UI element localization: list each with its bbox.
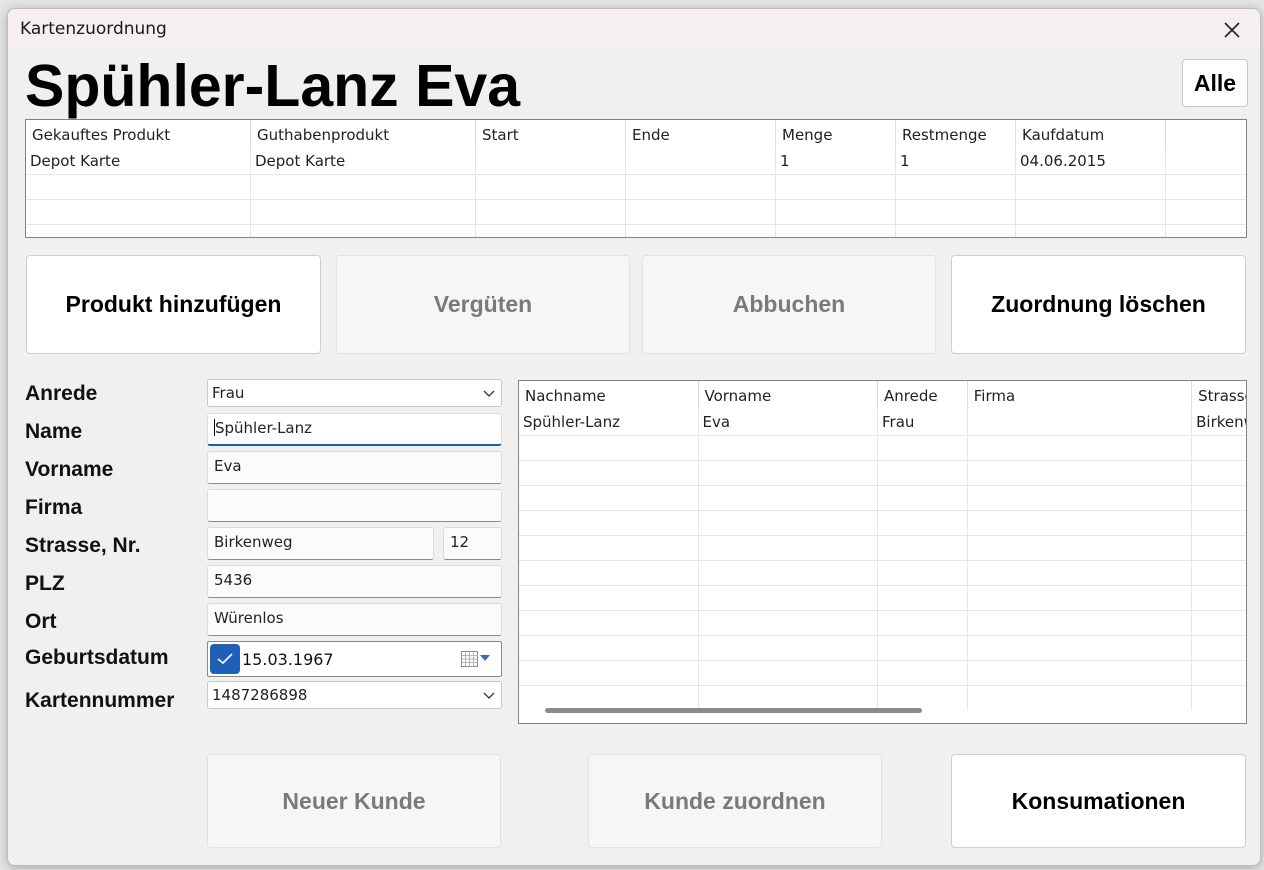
column-header[interactable]: Start — [476, 120, 626, 149]
table-cell — [476, 149, 626, 173]
ort-value: Würenlos — [214, 609, 284, 627]
table-row[interactable]: Spühler-Lanz Eva Frau Birkenweg — [519, 410, 1246, 435]
firma-input[interactable] — [207, 489, 502, 522]
calendar-icon[interactable] — [461, 651, 478, 667]
table-cell — [626, 149, 776, 173]
title-bar: Kartenzuordnung — [8, 9, 1260, 51]
kartennummer-value: 1487286898 — [212, 686, 308, 704]
nr-input[interactable]: 12 — [443, 527, 502, 560]
vorname-input[interactable]: Eva — [207, 451, 502, 484]
zuordnung-loeschen-button[interactable]: Zuordnung löschen — [951, 255, 1246, 354]
column-header — [1166, 120, 1246, 149]
table-cell — [1166, 149, 1246, 173]
name-value: Spühler-Lanz — [215, 419, 313, 437]
date-enabled-checkbox[interactable] — [210, 644, 240, 674]
name-label: Name — [25, 420, 83, 443]
geburtsdatum-value: 15.03.1967 — [242, 650, 334, 669]
table-cell: Spühler-Lanz — [519, 410, 699, 434]
geburtsdatum-picker[interactable]: 15.03.1967 — [207, 641, 502, 677]
horizontal-scrollbar[interactable] — [545, 708, 922, 713]
empty-row — [519, 460, 1246, 485]
name-input[interactable]: Spühler-Lanz — [207, 413, 502, 446]
nr-value: 12 — [450, 533, 470, 551]
close-button[interactable] — [1212, 14, 1252, 46]
table-cell: Birkenweg — [1196, 413, 1246, 431]
column-header[interactable]: Strasse — [1192, 381, 1246, 410]
geburtsdatum-label: Geburtsdatum — [25, 646, 169, 669]
plz-value: 5436 — [214, 571, 253, 589]
table-cell: 04.06.2015 — [1016, 149, 1166, 173]
table-cell: Eva — [699, 410, 878, 434]
vorname-label: Vorname — [25, 458, 114, 481]
kartennummer-label: Kartennummer — [25, 689, 175, 712]
table-cell: 1 — [776, 149, 896, 173]
anrede-value: Frau — [212, 384, 245, 402]
empty-row — [519, 510, 1246, 535]
produkt-hinzufuegen-button[interactable]: Produkt hinzufügen — [26, 255, 321, 354]
table-row[interactable]: Depot Karte Depot Karte 1 1 04.06.2015 — [26, 149, 1246, 174]
empty-row — [519, 685, 1246, 710]
plz-input[interactable]: 5436 — [207, 565, 502, 598]
table-cell: Depot Karte — [251, 149, 476, 173]
column-header[interactable]: Ende — [626, 120, 776, 149]
firma-label: Firma — [25, 496, 83, 519]
alle-button[interactable]: Alle — [1182, 59, 1248, 107]
empty-row — [26, 224, 1246, 237]
kartennummer-select[interactable]: 1487286898 — [207, 681, 502, 709]
konsumationen-button[interactable]: Konsumationen — [951, 754, 1246, 848]
customer-title: Spühler-Lanz Eva — [25, 53, 521, 119]
anrede-select[interactable]: Frau — [207, 379, 502, 407]
strasse-input[interactable]: Birkenweg — [207, 527, 434, 560]
strasse-label: Strasse, Nr. — [25, 534, 141, 557]
neuer-kunde-button[interactable]: Neuer Kunde — [207, 754, 501, 848]
customers-grid[interactable]: Nachname Vorname Anrede Firma Strasse Sp… — [518, 380, 1247, 724]
abbuchen-button[interactable]: Abbuchen — [642, 255, 936, 354]
empty-row — [26, 199, 1246, 224]
empty-row — [519, 560, 1246, 585]
empty-row — [519, 660, 1246, 685]
column-header[interactable]: Anrede — [878, 381, 968, 410]
empty-row — [519, 435, 1246, 460]
column-header[interactable]: Guthabenprodukt — [251, 120, 476, 149]
empty-row — [519, 610, 1246, 635]
close-icon — [1224, 22, 1240, 38]
verguten-button[interactable]: Vergüten — [336, 255, 630, 354]
empty-row — [519, 535, 1246, 560]
column-header[interactable]: Restmenge — [896, 120, 1016, 149]
table-cell: Frau — [878, 410, 968, 434]
products-grid-header: Gekauftes Produkt Guthabenprodukt Start … — [26, 120, 1246, 149]
ort-label: Ort — [25, 610, 57, 633]
table-cell: Depot Karte — [26, 149, 251, 173]
column-header[interactable]: Kaufdatum — [1016, 120, 1166, 149]
kunde-zuordnen-button[interactable]: Kunde zuordnen — [588, 754, 882, 848]
checkmark-icon — [217, 653, 233, 665]
table-cell: 1 — [896, 149, 1016, 173]
customers-grid-header: Nachname Vorname Anrede Firma Strasse — [519, 381, 1246, 410]
chevron-down-icon — [483, 390, 495, 397]
window-title: Kartenzuordnung — [20, 19, 167, 39]
empty-row — [519, 485, 1246, 510]
kartenzuordnung-window: Kartenzuordnung Spühler-Lanz Eva Alle Ge… — [7, 8, 1261, 866]
anrede-label: Anrede — [25, 382, 98, 405]
column-header[interactable]: Nachname — [519, 381, 699, 410]
column-header[interactable]: Firma — [968, 381, 1193, 410]
products-grid[interactable]: Gekauftes Produkt Guthabenprodukt Start … — [25, 119, 1247, 238]
table-cell — [968, 410, 1193, 434]
strasse-value: Birkenweg — [214, 533, 293, 551]
column-header[interactable]: Gekauftes Produkt — [26, 120, 251, 149]
column-header[interactable]: Vorname — [699, 381, 878, 410]
ort-input[interactable]: Würenlos — [207, 603, 502, 636]
empty-row — [26, 174, 1246, 199]
dropdown-arrow-icon[interactable] — [480, 655, 490, 662]
column-header[interactable]: Menge — [776, 120, 896, 149]
empty-row — [519, 635, 1246, 660]
chevron-down-icon — [483, 692, 495, 699]
empty-row — [519, 585, 1246, 610]
plz-label: PLZ — [25, 572, 65, 595]
vorname-value: Eva — [214, 457, 242, 475]
